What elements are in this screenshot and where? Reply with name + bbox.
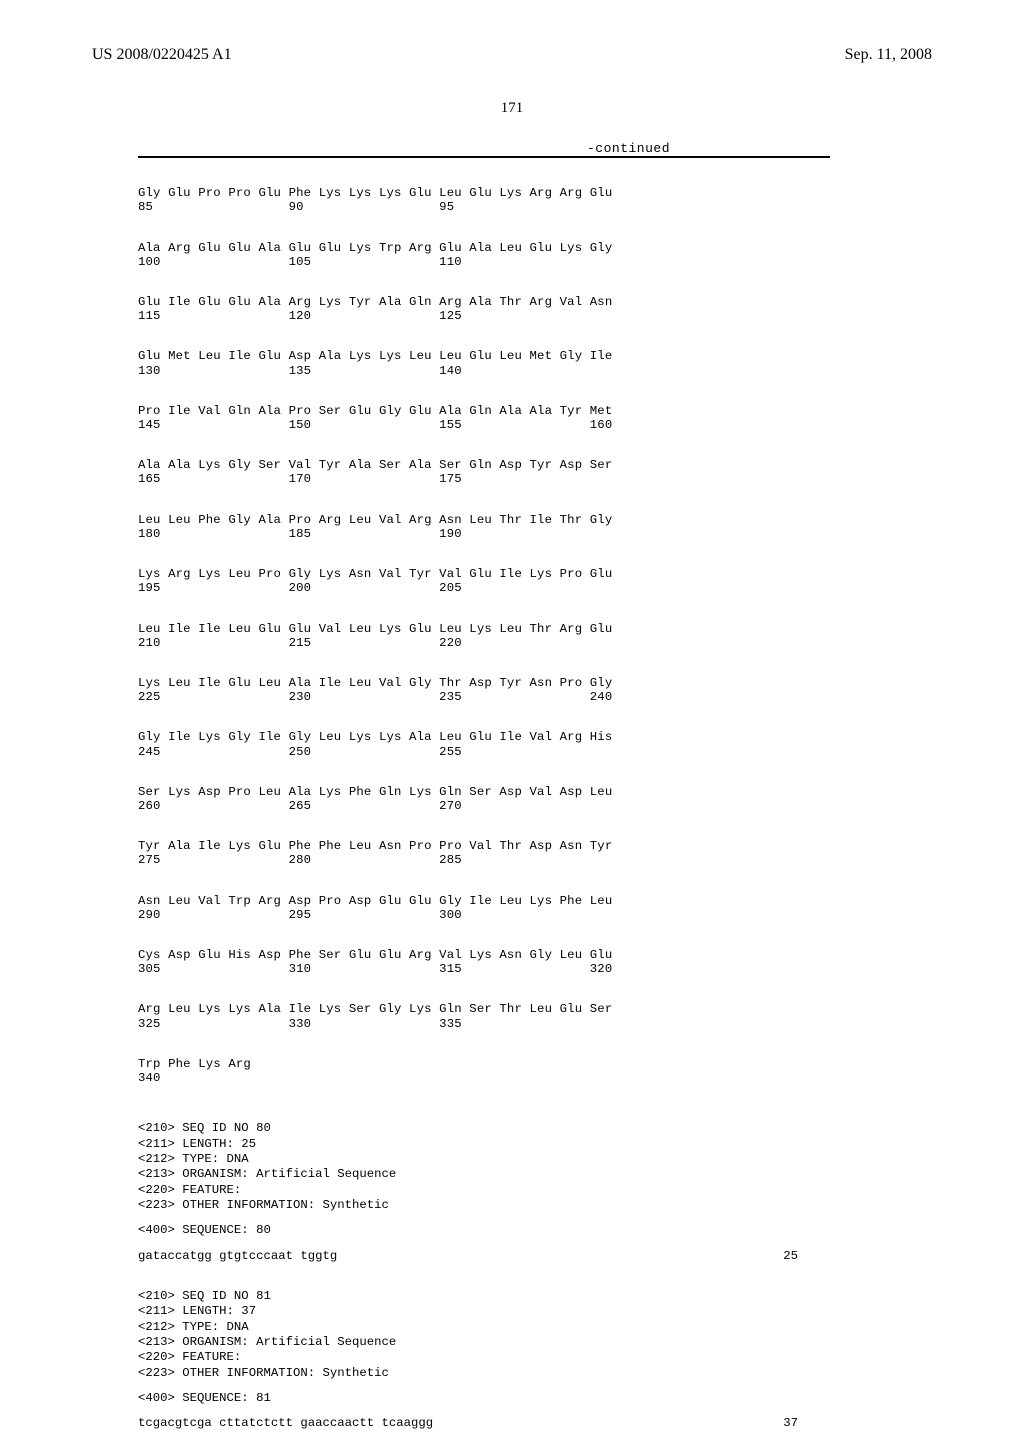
oligo-length: 37 [783,1416,798,1430]
publication-number: US 2008/0220425 A1 [92,46,232,64]
seq-meta-80: <210> SEQ ID NO 80 <211> LENGTH: 25 <212… [138,1111,1024,1213]
oligo-sequence: tcgacgtcga cttatctctt gaaccaactt tcaaggg [138,1416,433,1430]
continued-label: -continued [138,141,830,156]
seq-meta-81: <210> SEQ ID NO 81 <211> LENGTH: 37 <212… [138,1279,1024,1381]
seq-header-81: <400> SEQUENCE: 81 [138,1381,1024,1406]
publication-date: Sep. 11, 2008 [845,46,932,64]
oligo-81: tcgacgtcga cttatctctt gaaccaactt tcaaggg… [138,1416,798,1430]
page-number: 171 [0,100,1024,117]
protein-sequence-listing: Gly Glu Pro Pro Glu Phe Lys Lys Lys Glu … [138,158,1024,1111]
oligo-80: gataccatgg gtgtcccaat tggtg 25 [138,1249,798,1263]
oligo-sequence: gataccatgg gtgtcccaat tggtg [138,1249,337,1263]
oligo-length: 25 [783,1249,798,1263]
seq-header-80: <400> SEQUENCE: 80 [138,1213,1024,1238]
page-header: US 2008/0220425 A1 Sep. 11, 2008 [0,0,1024,64]
continued-block: -continued [138,141,830,158]
